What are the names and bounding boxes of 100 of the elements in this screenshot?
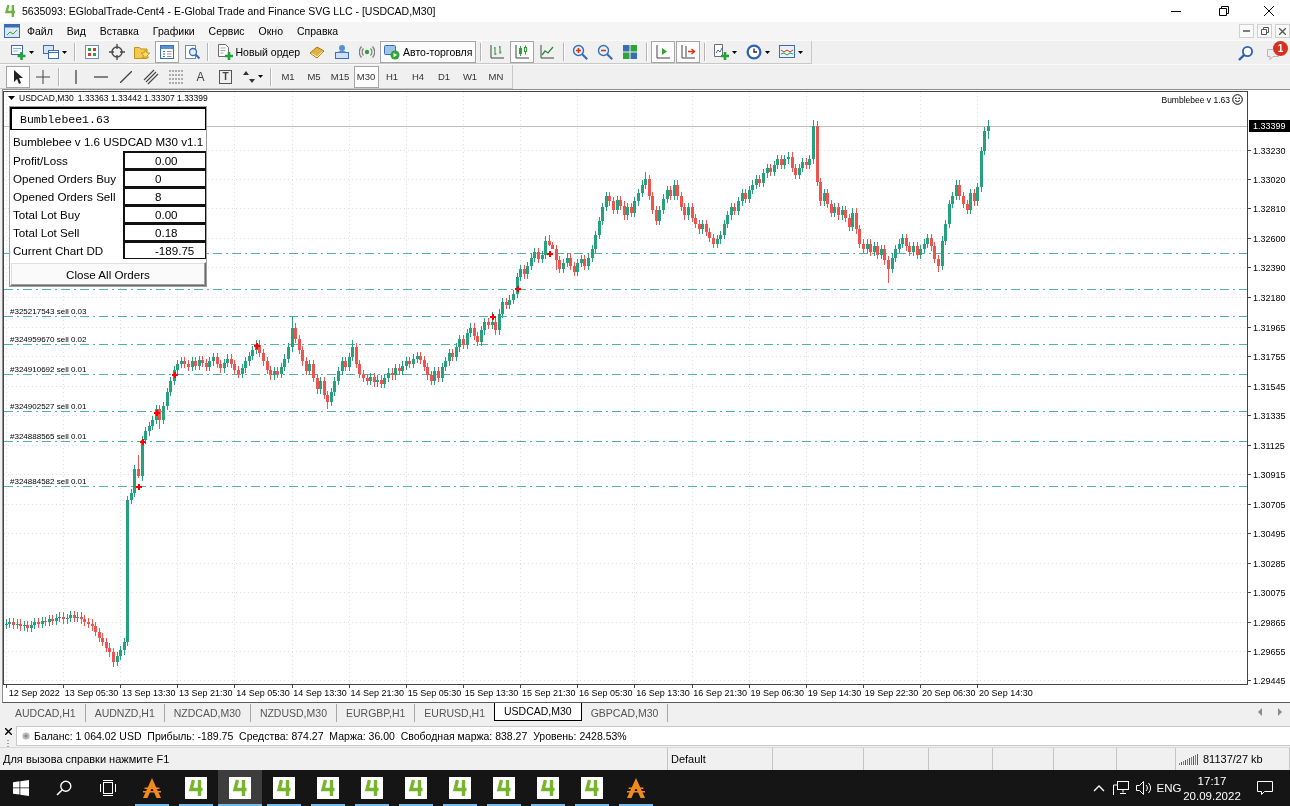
order-label: #324884582 sell 0.01 [10,476,87,486]
status-text: Для вызова справки нажмите F1 [3,753,170,765]
stat-label: Profit/Loss [12,152,69,169]
menu-item[interactable]: Файл [20,22,60,40]
toolbar-button[interactable]: Авто-торговля [380,41,477,63]
menu-item[interactable]: Справка [290,22,346,40]
vertical-line-icon [74,69,77,84]
chart-tab[interactable]: EURUSD,H1 [415,704,494,722]
stat-label: Opened Orders Sell [12,188,117,205]
price-label: 1.32600 [1253,233,1286,244]
close-orders-button[interactable]: Close All Orders [10,262,206,286]
four-logo-icon [537,777,559,799]
four-logo-icon [185,777,207,799]
period-button[interactable]: M1 [275,65,301,88]
close-button[interactable] [1275,24,1290,38]
price-label: 1.31755 [1253,351,1286,362]
four-logo-icon [229,777,251,799]
minimize-button[interactable] [1239,24,1254,38]
traffic-text: 81137/27 kb [1203,753,1263,765]
price-label: 1.29445 [1253,675,1286,686]
menu-item[interactable]: Вставка [92,22,146,40]
time-label: 13 Sep 05:30 [64,688,119,698]
ref-line-label: 1.33399 [1253,121,1286,132]
time-label: 19 Sep 14:30 [807,688,862,698]
menu-item[interactable]: Сервис [201,22,252,40]
connection-bars-icon [1179,753,1199,765]
order-label: #324910692 sell 0.01 [10,364,87,374]
user-icon [334,44,351,60]
chart-tab[interactable]: AUDNZD,H1 [85,704,165,722]
period-button[interactable]: H4 [405,65,431,88]
period-button[interactable]: M5 [301,65,327,88]
caret-icon [798,50,804,54]
period-button[interactable]: M30 [353,65,379,88]
menu-item[interactable]: Графики [145,22,202,40]
signal-icon [359,44,376,60]
chart-tab[interactable]: EURGBP,H1 [336,704,416,722]
triangle-left-icon [1258,708,1262,716]
price-label: 1.30075 [1253,587,1286,598]
candlestick-icon [514,44,531,60]
language-button[interactable]: ENG [1154,770,1184,806]
price-label: 1.31545 [1253,381,1286,392]
clock-button[interactable]: 17:17 20.09.2022 [1184,770,1240,806]
dotted-lines-icon [168,69,183,84]
chart-quote: 1.33363 1.33442 1.33307 1.33399 [77,93,208,103]
cross-marker-icon [134,482,143,491]
time-label: 19 Sep 22:30 [864,688,919,698]
close-button[interactable] [2,727,14,736]
four-logo-icon [4,4,16,18]
price-tag: 1.33399 [1249,120,1290,132]
window-plus-icon [9,44,26,60]
four-logo-icon [581,777,603,799]
stacked-windows-icon [42,44,59,60]
delta-logo-icon [141,777,163,799]
chart-tab[interactable]: GBPCAD,M30 [581,704,669,722]
bar-chart-icon [489,44,506,60]
chart-tab[interactable]: NZDCAD,M30 [164,704,251,722]
folder-star-icon [133,44,150,60]
caret-icon [765,50,771,54]
stat-label: Opened Orders Buy [12,170,118,187]
period-button[interactable]: H1 [379,65,405,88]
time-label: 12 Sep 2022 [8,688,60,698]
restore-button[interactable] [1257,24,1272,38]
toolbar-button[interactable] [5,65,30,88]
price-label: 1.33020 [1253,174,1286,185]
period-button[interactable]: MN [483,65,509,88]
disc-icon [22,732,30,740]
search-icon [56,780,72,796]
period-button[interactable]: W1 [457,65,483,88]
delta-logo-icon [625,777,647,799]
notifications-button[interactable]: 1 [1262,41,1286,64]
toolbar-button[interactable]: Новый ордер [212,41,305,63]
period-button[interactable]: M15 [327,65,353,88]
network-icon [1112,780,1130,796]
toolbar-button[interactable]: A [188,65,213,88]
taskbar-app[interactable] [218,770,262,806]
stat-label: Current Chart DD [12,242,105,259]
cross-marker-icon [152,408,161,417]
account-summary: Баланс: 1 064.02 USD Прибыль: -189.75 Средства: 874.27 Маржа: 36.00 Свободная маржа: 838.27 Уровень: 2428.53% [34,730,627,742]
price-label: 1.31125 [1253,440,1285,451]
chart-tab[interactable]: AUDCAD,H1 [6,704,86,722]
trend-line-icon [119,70,132,83]
menu-item[interactable]: Вид [59,22,93,40]
period-button[interactable]: D1 [431,65,457,88]
four-logo-icon [361,777,383,799]
stat-label: Total Lot Buy [12,206,82,223]
triangle-down-icon [8,96,15,100]
stat-value: -189.75 [123,241,206,259]
target-icon [108,44,125,60]
profile-name: Default [671,753,706,765]
triangles-icon [242,70,255,83]
chart-tab[interactable]: NZDUSD,M30 [250,704,337,722]
time-label: 19 Sep 06:30 [750,688,805,698]
time-label: 15 Sep 21:30 [521,688,576,698]
menu-item[interactable]: Окно [251,22,290,40]
line-chart-icon [539,44,556,60]
order-label: #324888565 sell 0.01 [10,431,87,441]
toolbar-button[interactable]: T [213,65,238,88]
four-logo-icon [493,777,515,799]
caret-icon [257,75,263,78]
price-label: 1.33230 [1253,145,1286,156]
